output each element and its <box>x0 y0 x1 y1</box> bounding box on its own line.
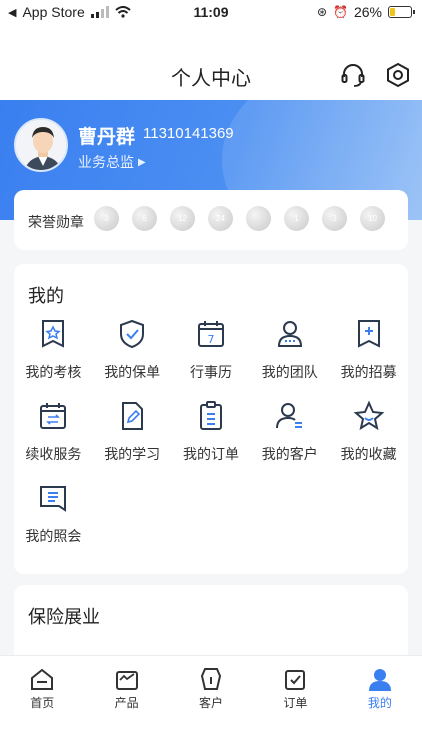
product-box-icon <box>115 671 138 690</box>
medal-list: 3 6 12 24 1 3 10 <box>94 206 385 231</box>
status-bar: ◀ App Store 11:09 ⊛ ⏰ 26% <box>0 0 422 24</box>
star-icon <box>353 400 384 431</box>
user-role[interactable]: 业务总监 ▶ <box>78 152 146 172</box>
caret-right-icon: ▶ <box>138 156 146 168</box>
person-list-icon <box>275 403 302 429</box>
tab-label: 产品 <box>114 696 139 710</box>
tab-item[interactable]: 订单 <box>253 656 337 750</box>
shield-check-icon <box>120 319 145 349</box>
nav-bar: 个人中心 <box>0 24 422 100</box>
tab-label: 客户 <box>199 696 224 710</box>
my-item[interactable]: 我的团队 <box>250 318 329 382</box>
medal-card[interactable]: 荣誉勋章 3 6 12 24 1 3 10 <box>14 190 408 250</box>
my-item[interactable]: 我的考核 <box>14 318 93 382</box>
my-item[interactable]: 我的收藏 <box>329 400 408 464</box>
my-item-label: 我的招募 <box>340 364 397 380</box>
my-section-card: 我的 我的考核 我的保单 7 行事历 我的团队 我的招募 续收服务 我的学习 我的订单 我的客户我… <box>14 264 408 574</box>
settings-icon[interactable] <box>385 62 411 88</box>
my-item-label: 我的客户 <box>261 446 318 462</box>
battery-percent: 26% <box>353 4 382 20</box>
my-profile-icon <box>368 669 391 691</box>
my-item-label: 我的团队 <box>261 364 318 380</box>
medal-badge: 24 <box>208 206 233 231</box>
battery-icon <box>388 6 415 18</box>
tab-bar: 首页 产品 客户 订单 我的 <box>0 655 422 750</box>
my-item-label: 行事历 <box>189 364 232 380</box>
my-item-label: 我的收藏 <box>340 446 397 462</box>
calendar-exchange-icon <box>40 403 67 429</box>
battery-fill <box>390 8 395 16</box>
note-icon <box>40 486 67 512</box>
my-item[interactable]: 我的招募 <box>329 318 408 382</box>
user-phone: 11310141369 <box>143 125 234 142</box>
home-icon <box>31 668 54 690</box>
doc-pen-icon <box>122 402 144 430</box>
my-section-grid: 我的考核 我的保单 7 行事历 我的团队 我的招募续收服务 我的学习 我的订单 我的客户 我的收藏… <box>14 318 408 546</box>
tab-label: 订单 <box>283 696 308 710</box>
tab-item[interactable]: 产品 <box>84 656 168 750</box>
tab-item[interactable]: 首页 <box>0 656 84 750</box>
user-name: 曹丹群 <box>78 127 136 148</box>
calendar-7-icon: 7 <box>197 321 224 347</box>
clipboard-list-icon <box>199 401 222 430</box>
my-item-label: 我的保单 <box>104 364 161 380</box>
my-item[interactable]: 续收服务 <box>14 400 93 464</box>
my-item[interactable]: 我的客户 <box>250 400 329 464</box>
insurance-section-title: 保险展业 <box>28 607 100 627</box>
tab-item[interactable]: 我的 <box>338 656 422 750</box>
my-item-label: 我的学习 <box>104 446 161 462</box>
person-team-icon <box>277 321 302 347</box>
tab-label: 首页 <box>30 696 55 710</box>
orientation-lock-icon: ⊛ <box>316 5 328 19</box>
my-item-label: 我的订单 <box>182 446 239 462</box>
medal-badge <box>246 206 271 231</box>
my-item-label: 我的考核 <box>25 364 82 380</box>
medal-badge: 6 <box>132 206 157 231</box>
order-icon <box>285 670 306 690</box>
medal-badge: 3 <box>322 206 347 231</box>
banner-plus-icon <box>357 320 380 348</box>
headset-icon[interactable] <box>340 62 366 88</box>
my-section-title: 我的 <box>28 286 64 306</box>
my-item-label: 我的照会 <box>25 528 82 544</box>
my-item[interactable]: 我的学习 <box>93 400 172 464</box>
medal-badge: 1 <box>284 206 309 231</box>
avatar[interactable] <box>14 118 68 172</box>
my-item[interactable]: 我的订单 <box>172 400 251 464</box>
svg-text:7: 7 <box>207 333 214 346</box>
my-item[interactable]: 我的保单 <box>93 318 172 382</box>
medal-badge: 12 <box>170 206 195 231</box>
my-item-label: 续收服务 <box>25 446 82 462</box>
tab-label: 我的 <box>367 696 392 710</box>
alarm-icon: ⏰ <box>333 5 348 19</box>
medal-label: 荣誉勋章 <box>28 214 84 230</box>
medal-badge: 10 <box>360 206 385 231</box>
status-right: ⊛ ⏰ 26% <box>316 4 415 20</box>
banner-star-icon <box>42 320 65 348</box>
user-role-label: 业务总监 <box>78 154 134 170</box>
my-item[interactable]: 7 行事历 <box>172 318 251 382</box>
customer-icon <box>200 668 222 690</box>
medal-badge: 3 <box>94 206 119 231</box>
tab-item[interactable]: 客户 <box>169 656 253 750</box>
my-item[interactable]: 我的照会 <box>14 482 93 546</box>
